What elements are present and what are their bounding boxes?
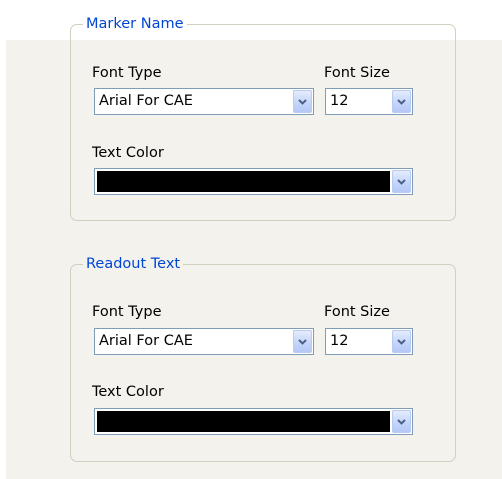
readout-text-color-select[interactable] (94, 408, 413, 435)
readout-font-type-select[interactable]: Arial For CAE (94, 328, 314, 355)
readout-text-color-swatch (97, 411, 390, 432)
marker-text-color-dropdown-button[interactable] (392, 170, 411, 193)
readout-font-size-dropdown-button[interactable] (392, 330, 411, 353)
readout-font-type-dropdown-button[interactable] (293, 330, 312, 353)
readout-font-size-value: 12 (330, 333, 349, 349)
marker-font-type-select[interactable]: Arial For CAE (94, 88, 314, 115)
readout-font-size-label: Font Size (324, 304, 390, 320)
readout-font-size-select[interactable]: 12 (325, 328, 413, 355)
marker-font-size-select[interactable]: 12 (325, 88, 413, 115)
marker-font-size-label: Font Size (324, 65, 390, 81)
readout-text-color-label: Text Color (92, 384, 164, 400)
marker-font-size-value: 12 (330, 93, 349, 109)
marker-name-group: Marker Name Font Type Font Size Arial Fo… (70, 13, 456, 221)
marker-font-type-dropdown-button[interactable] (293, 90, 312, 113)
readout-text-group-title: Readout Text (83, 253, 184, 275)
marker-font-type-value: Arial For CAE (99, 93, 193, 109)
marker-text-color-select[interactable] (94, 168, 413, 195)
readout-text-group: Readout Text Font Type Font Size Arial F… (70, 253, 456, 462)
marker-font-type-label: Font Type (92, 65, 162, 81)
chevron-down-icon (397, 419, 406, 425)
chevron-down-icon (397, 99, 406, 105)
chevron-down-icon (298, 99, 307, 105)
readout-font-type-value: Arial For CAE (99, 333, 193, 349)
chevron-down-icon (298, 339, 307, 345)
readout-font-type-label: Font Type (92, 304, 162, 320)
marker-font-size-dropdown-button[interactable] (392, 90, 411, 113)
marker-name-group-title: Marker Name (83, 13, 187, 35)
readout-text-color-dropdown-button[interactable] (392, 410, 411, 433)
marker-text-color-swatch (97, 171, 390, 192)
chevron-down-icon (397, 179, 406, 185)
marker-text-color-label: Text Color (92, 145, 164, 161)
chevron-down-icon (397, 339, 406, 345)
